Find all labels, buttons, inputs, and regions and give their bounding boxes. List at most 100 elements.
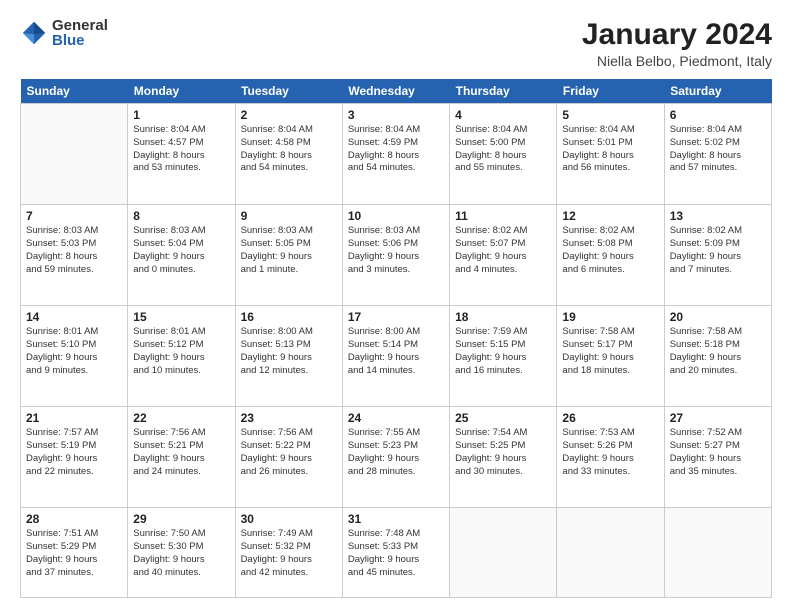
day-number: 9 — [241, 209, 337, 223]
header: General Blue January 2024 Niella Belbo, … — [20, 18, 772, 69]
logo-text: General Blue — [52, 18, 108, 48]
day-number: 8 — [133, 209, 229, 223]
calendar-header-row: SundayMondayTuesdayWednesdayThursdayFrid… — [21, 79, 772, 104]
day-info: Sunrise: 8:01 AM Sunset: 5:12 PM Dayligh… — [133, 326, 229, 377]
logo: General Blue — [20, 18, 108, 48]
calendar-cell: 28 Sunrise: 7:51 AM Sunset: 5:29 PM Dayli… — [21, 508, 128, 598]
day-header-friday: Friday — [557, 79, 664, 104]
calendar-cell: 15 Sunrise: 8:01 AM Sunset: 5:12 PM Dayli… — [128, 306, 235, 407]
calendar-cell: 14Sunrise: 8:01 AM Sunset: 5:10 PM Dayli… — [21, 306, 128, 407]
calendar-cell: 23 Sunrise: 7:56 AM Sunset: 5:22 PM Dayli… — [235, 407, 342, 508]
calendar-cell — [21, 104, 128, 205]
day-header-tuesday: Tuesday — [235, 79, 342, 104]
calendar-cell: 5 Sunrise: 8:04 AM Sunset: 5:01 PM Daylig… — [557, 104, 664, 205]
day-number: 28 — [26, 512, 122, 526]
calendar-cell: 2 Sunrise: 8:04 AM Sunset: 4:58 PM Daylig… — [235, 104, 342, 205]
day-number: 12 — [562, 209, 658, 223]
day-number: 19 — [562, 310, 658, 324]
calendar-cell: 29Sunrise: 7:50 AM Sunset: 5:30 PM Dayli… — [128, 508, 235, 598]
calendar-week-row: 28 Sunrise: 7:51 AM Sunset: 5:29 PM Dayli… — [21, 508, 772, 598]
day-number: 7 — [26, 209, 122, 223]
day-info: Sunrise: 7:59 AM Sunset: 5:15 PM Dayligh… — [455, 326, 551, 377]
logo-icon — [20, 19, 48, 47]
day-info: Sunrise: 7:55 AM Sunset: 5:23 PM Dayligh… — [348, 427, 444, 478]
day-info: Sunrise: 7:50 AM Sunset: 5:30 PM Dayligh… — [133, 528, 229, 579]
calendar-cell: 22 Sunrise: 7:56 AM Sunset: 5:21 PM Dayli… — [128, 407, 235, 508]
calendar-cell — [664, 508, 771, 598]
day-info: Sunrise: 8:04 AM Sunset: 4:58 PM Dayligh… — [241, 124, 337, 175]
day-number: 3 — [348, 108, 444, 122]
calendar-cell: 16Sunrise: 8:00 AM Sunset: 5:13 PM Dayli… — [235, 306, 342, 407]
day-info: Sunrise: 8:04 AM Sunset: 4:57 PM Dayligh… — [133, 124, 229, 175]
calendar-cell — [450, 508, 557, 598]
day-info: Sunrise: 8:03 AM Sunset: 5:03 PM Dayligh… — [26, 225, 122, 276]
calendar-cell: 4Sunrise: 8:04 AM Sunset: 5:00 PM Daylig… — [450, 104, 557, 205]
calendar-week-row: 1 Sunrise: 8:04 AM Sunset: 4:57 PM Daylig… — [21, 104, 772, 205]
day-info: Sunrise: 7:56 AM Sunset: 5:22 PM Dayligh… — [241, 427, 337, 478]
calendar-cell: 1 Sunrise: 8:04 AM Sunset: 4:57 PM Daylig… — [128, 104, 235, 205]
day-info: Sunrise: 7:51 AM Sunset: 5:29 PM Dayligh… — [26, 528, 122, 579]
day-number: 17 — [348, 310, 444, 324]
calendar-title: January 2024 — [582, 18, 772, 51]
day-number: 24 — [348, 411, 444, 425]
day-info: Sunrise: 7:58 AM Sunset: 5:17 PM Dayligh… — [562, 326, 658, 377]
day-number: 20 — [670, 310, 766, 324]
day-info: Sunrise: 8:04 AM Sunset: 5:01 PM Dayligh… — [562, 124, 658, 175]
day-info: Sunrise: 8:04 AM Sunset: 5:00 PM Dayligh… — [455, 124, 551, 175]
calendar-cell: 9 Sunrise: 8:03 AM Sunset: 5:05 PM Daylig… — [235, 205, 342, 306]
calendar-cell: 24 Sunrise: 7:55 AM Sunset: 5:23 PM Dayli… — [342, 407, 449, 508]
day-info: Sunrise: 8:02 AM Sunset: 5:09 PM Dayligh… — [670, 225, 766, 276]
calendar-cell: 10Sunrise: 8:03 AM Sunset: 5:06 PM Dayli… — [342, 205, 449, 306]
calendar-cell: 27Sunrise: 7:52 AM Sunset: 5:27 PM Dayli… — [664, 407, 771, 508]
calendar-cell: 19 Sunrise: 7:58 AM Sunset: 5:17 PM Dayli… — [557, 306, 664, 407]
calendar-cell: 21Sunrise: 7:57 AM Sunset: 5:19 PM Dayli… — [21, 407, 128, 508]
day-number: 18 — [455, 310, 551, 324]
calendar-cell: 8 Sunrise: 8:03 AM Sunset: 5:04 PM Daylig… — [128, 205, 235, 306]
calendar-cell: 6Sunrise: 8:04 AM Sunset: 5:02 PM Daylig… — [664, 104, 771, 205]
day-number: 25 — [455, 411, 551, 425]
calendar-cell: 31 Sunrise: 7:48 AM Sunset: 5:33 PM Dayli… — [342, 508, 449, 598]
day-number: 26 — [562, 411, 658, 425]
calendar-cell: 30 Sunrise: 7:49 AM Sunset: 5:32 PM Dayli… — [235, 508, 342, 598]
day-number: 14 — [26, 310, 122, 324]
day-number: 15 — [133, 310, 229, 324]
calendar-subtitle: Niella Belbo, Piedmont, Italy — [582, 53, 772, 69]
day-info: Sunrise: 8:03 AM Sunset: 5:04 PM Dayligh… — [133, 225, 229, 276]
day-number: 22 — [133, 411, 229, 425]
day-info: Sunrise: 7:48 AM Sunset: 5:33 PM Dayligh… — [348, 528, 444, 579]
calendar-week-row: 21Sunrise: 7:57 AM Sunset: 5:19 PM Dayli… — [21, 407, 772, 508]
day-number: 6 — [670, 108, 766, 122]
logo-general: General — [52, 18, 108, 33]
day-header-monday: Monday — [128, 79, 235, 104]
calendar-cell: 25 Sunrise: 7:54 AM Sunset: 5:25 PM Dayli… — [450, 407, 557, 508]
day-number: 5 — [562, 108, 658, 122]
calendar-cell: 7 Sunrise: 8:03 AM Sunset: 5:03 PM Daylig… — [21, 205, 128, 306]
day-info: Sunrise: 8:03 AM Sunset: 5:05 PM Dayligh… — [241, 225, 337, 276]
day-number: 23 — [241, 411, 337, 425]
calendar-table: SundayMondayTuesdayWednesdayThursdayFrid… — [20, 79, 772, 598]
day-info: Sunrise: 7:58 AM Sunset: 5:18 PM Dayligh… — [670, 326, 766, 377]
day-number: 31 — [348, 512, 444, 526]
day-info: Sunrise: 8:02 AM Sunset: 5:08 PM Dayligh… — [562, 225, 658, 276]
page: General Blue January 2024 Niella Belbo, … — [0, 0, 792, 612]
calendar-cell: 11 Sunrise: 8:02 AM Sunset: 5:07 PM Dayli… — [450, 205, 557, 306]
day-number: 10 — [348, 209, 444, 223]
day-info: Sunrise: 7:54 AM Sunset: 5:25 PM Dayligh… — [455, 427, 551, 478]
day-number: 11 — [455, 209, 551, 223]
calendar-cell: 20 Sunrise: 7:58 AM Sunset: 5:18 PM Dayli… — [664, 306, 771, 407]
calendar-week-row: 7 Sunrise: 8:03 AM Sunset: 5:03 PM Daylig… — [21, 205, 772, 306]
day-number: 30 — [241, 512, 337, 526]
day-number: 13 — [670, 209, 766, 223]
day-header-sunday: Sunday — [21, 79, 128, 104]
calendar-cell: 3Sunrise: 8:04 AM Sunset: 4:59 PM Daylig… — [342, 104, 449, 205]
title-section: January 2024 Niella Belbo, Piedmont, Ita… — [582, 18, 772, 69]
calendar-cell: 18 Sunrise: 7:59 AM Sunset: 5:15 PM Dayli… — [450, 306, 557, 407]
day-info: Sunrise: 8:02 AM Sunset: 5:07 PM Dayligh… — [455, 225, 551, 276]
day-info: Sunrise: 7:52 AM Sunset: 5:27 PM Dayligh… — [670, 427, 766, 478]
calendar-cell: 17Sunrise: 8:00 AM Sunset: 5:14 PM Dayli… — [342, 306, 449, 407]
day-number: 1 — [133, 108, 229, 122]
day-info: Sunrise: 7:49 AM Sunset: 5:32 PM Dayligh… — [241, 528, 337, 579]
day-number: 2 — [241, 108, 337, 122]
day-info: Sunrise: 7:56 AM Sunset: 5:21 PM Dayligh… — [133, 427, 229, 478]
day-header-thursday: Thursday — [450, 79, 557, 104]
